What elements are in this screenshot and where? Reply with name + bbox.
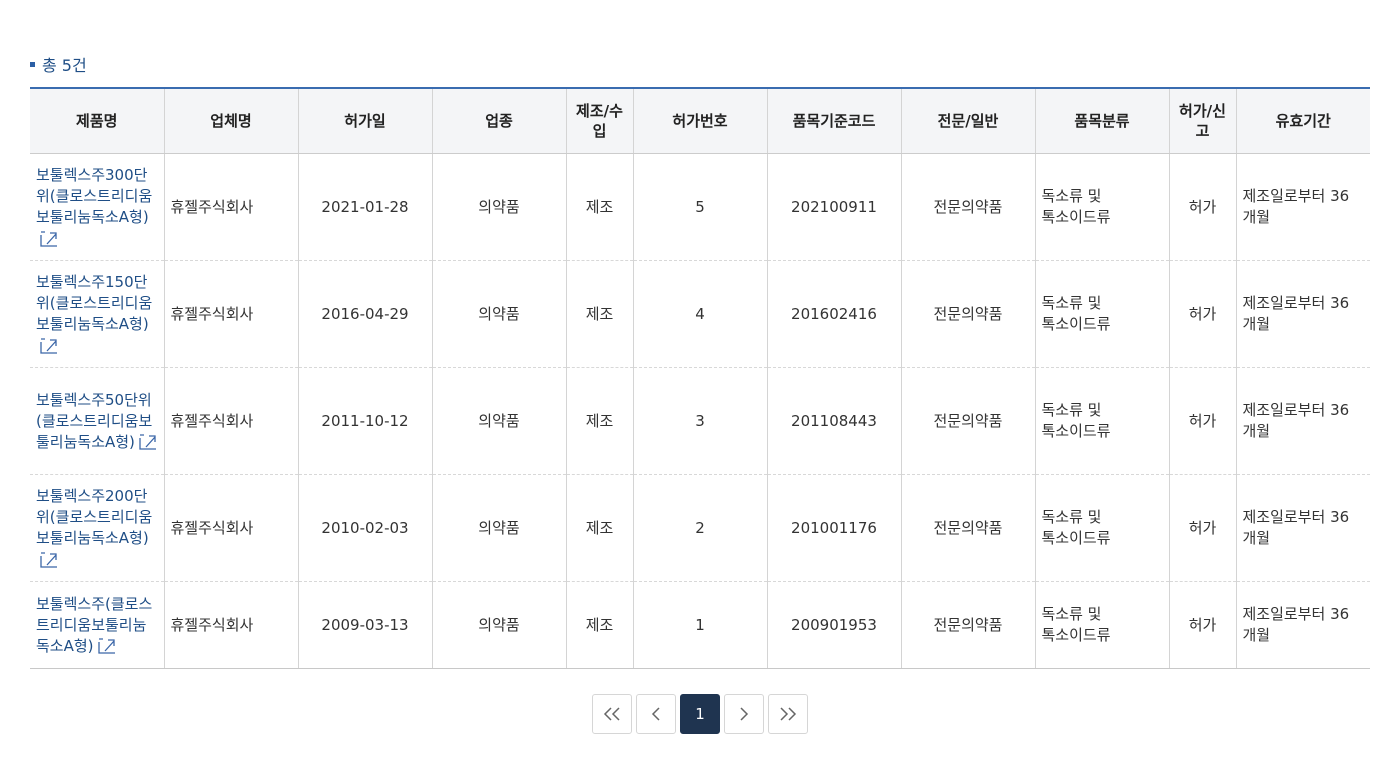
cell-manufacture-type: 제조: [566, 153, 634, 261]
cell-drug-type: 전문의약품: [901, 153, 1036, 261]
last-page-button[interactable]: [768, 694, 808, 734]
cell-company: 휴젤주식회사: [164, 260, 299, 368]
page-1-button[interactable]: 1: [680, 694, 720, 734]
header-professional-general: 전문/일반: [901, 88, 1036, 154]
cell-item-classification: 독소류 및 톡소이드류: [1035, 367, 1170, 475]
cell-company: 휴젤주식회사: [164, 367, 299, 475]
cell-item-code: 201001176: [767, 474, 902, 582]
cell-approval-type: 허가: [1169, 153, 1237, 261]
cell-approval-date: 2009-03-13: [298, 581, 433, 669]
cell-drug-type: 전문의약품: [901, 474, 1036, 582]
cell-product-name[interactable]: 보툴렉스주150단위(클로스트리디움보툴리눔독소A형): [30, 260, 165, 368]
table-header-row: 제품명 업체명 허가일 업종 제조/수입 허가번호 품목기준코드 전문/일반 품…: [30, 88, 1370, 154]
header-manufacture-import: 제조/수입: [566, 88, 634, 154]
cell-approval-date: 2011-10-12: [298, 367, 433, 475]
cell-validity-period: 제조일로부터 36 개월: [1236, 260, 1370, 368]
table-row: 보툴렉스주(클로스트리디움보툴리눔독소A형) 휴젤주식회사 2009-03-13 의약…: [30, 581, 1370, 669]
cell-approval-type: 허가: [1169, 581, 1237, 669]
table-row: 보툴렉스주50단위(클로스트리디움보툴리눔독소A형) 휴젤주식회사 2011-10-…: [30, 367, 1370, 475]
cell-industry: 의약품: [432, 153, 567, 261]
cell-approval-type: 허가: [1169, 367, 1237, 475]
external-link-icon[interactable]: [40, 551, 58, 568]
external-link-icon[interactable]: [40, 337, 58, 354]
cell-industry: 의약품: [432, 581, 567, 669]
next-page-button[interactable]: [724, 694, 764, 734]
cell-approval-number: 2: [633, 474, 768, 582]
cell-company: 휴젤주식회사: [164, 153, 299, 261]
product-name-link[interactable]: 보툴렉스주300단위(클로스트리디움보툴리눔독소A형): [36, 166, 152, 226]
header-approval-date: 허가일: [298, 88, 433, 154]
cell-item-classification: 독소류 및 톡소이드류: [1035, 153, 1170, 261]
cell-manufacture-type: 제조: [566, 367, 634, 475]
cell-company: 휴젤주식회사: [164, 474, 299, 582]
table-row: 보툴렉스주150단위(클로스트리디움보툴리눔독소A형) 휴젤주식회사 2016-04…: [30, 260, 1370, 368]
cell-product-name[interactable]: 보툴렉스주300단위(클로스트리디움보툴리눔독소A형): [30, 153, 165, 261]
cell-manufacture-type: 제조: [566, 474, 634, 582]
cell-product-name[interactable]: 보툴렉스주200단위(클로스트리디움보툴리눔독소A형): [30, 474, 165, 582]
product-name-link[interactable]: 보툴렉스주50단위(클로스트리디움보툴리눔독소A형): [36, 391, 152, 451]
cell-drug-type: 전문의약품: [901, 581, 1036, 669]
cell-approval-number: 5: [633, 153, 768, 261]
cell-approval-date: 2010-02-03: [298, 474, 433, 582]
cell-product-name[interactable]: 보툴렉스주(클로스트리디움보툴리눔독소A형): [30, 581, 165, 669]
first-page-button[interactable]: [592, 694, 632, 734]
cell-item-classification: 독소류 및 톡소이드류: [1035, 260, 1170, 368]
cell-industry: 의약품: [432, 260, 567, 368]
cell-product-name[interactable]: 보툴렉스주50단위(클로스트리디움보툴리눔독소A형): [30, 367, 165, 475]
cell-item-code: 200901953: [767, 581, 902, 669]
cell-drug-type: 전문의약품: [901, 367, 1036, 475]
cell-approval-date: 2021-01-28: [298, 153, 433, 261]
prev-page-button[interactable]: [636, 694, 676, 734]
cell-manufacture-type: 제조: [566, 260, 634, 368]
cell-item-code: 201602416: [767, 260, 902, 368]
header-approval-number: 허가번호: [633, 88, 768, 154]
cell-industry: 의약품: [432, 474, 567, 582]
pagination: 1: [592, 694, 808, 734]
cell-approval-date: 2016-04-29: [298, 260, 433, 368]
cell-item-code: 201108443: [767, 367, 902, 475]
bullet-icon: [30, 61, 35, 67]
drug-result-table: 제품명 업체명 허가일 업종 제조/수입 허가번호 품목기준코드 전문/일반 품…: [30, 87, 1370, 669]
cell-drug-type: 전문의약품: [901, 260, 1036, 368]
cell-item-classification: 독소류 및 톡소이드류: [1035, 474, 1170, 582]
header-validity-period: 유효기간: [1236, 88, 1370, 154]
table-row: 보툴렉스주300단위(클로스트리디움보툴리눔독소A형) 휴젤주식회사 2021-01…: [30, 153, 1370, 261]
result-count-label: 총 5건: [42, 56, 87, 75]
header-item-code: 품목기준코드: [767, 88, 902, 154]
external-link-icon[interactable]: [97, 638, 116, 654]
chevron-left-icon: [651, 707, 660, 721]
cell-approval-type: 허가: [1169, 474, 1237, 582]
double-chevron-left-icon: [603, 707, 620, 721]
product-name-link[interactable]: 보툴렉스주200단위(클로스트리디움보툴리눔독소A형): [36, 487, 152, 547]
cell-approval-number: 1: [633, 581, 768, 669]
cell-industry: 의약품: [432, 367, 567, 475]
header-approval-report: 허가/신고: [1169, 88, 1237, 154]
result-count: 총 5건: [30, 52, 87, 76]
cell-item-code: 202100911: [767, 153, 902, 261]
header-industry: 업종: [432, 88, 567, 154]
cell-manufacture-type: 제조: [566, 581, 634, 669]
cell-validity-period: 제조일로부터 36 개월: [1236, 581, 1370, 669]
product-name-link[interactable]: 보툴렉스주150단위(클로스트리디움보툴리눔독소A형): [36, 273, 152, 333]
chevron-right-icon: [740, 707, 749, 721]
table-row: 보툴렉스주200단위(클로스트리디움보툴리눔독소A형) 휴젤주식회사 2010-02…: [30, 474, 1370, 582]
header-product-name: 제품명: [30, 88, 165, 154]
cell-approval-number: 3: [633, 367, 768, 475]
cell-validity-period: 제조일로부터 36 개월: [1236, 367, 1370, 475]
cell-approval-number: 4: [633, 260, 768, 368]
header-company: 업체명: [164, 88, 299, 154]
cell-item-classification: 독소류 및 톡소이드류: [1035, 581, 1170, 669]
external-link-icon[interactable]: [40, 230, 58, 247]
cell-validity-period: 제조일로부터 36 개월: [1236, 474, 1370, 582]
header-item-classification: 품목분류: [1035, 88, 1170, 154]
cell-validity-period: 제조일로부터 36 개월: [1236, 153, 1370, 261]
product-name-link[interactable]: 보툴렉스주(클로스트리디움보툴리눔독소A형): [36, 595, 152, 655]
external-link-icon[interactable]: [139, 434, 157, 450]
double-chevron-right-icon: [780, 707, 797, 721]
cell-company: 휴젤주식회사: [164, 581, 299, 669]
cell-approval-type: 허가: [1169, 260, 1237, 368]
